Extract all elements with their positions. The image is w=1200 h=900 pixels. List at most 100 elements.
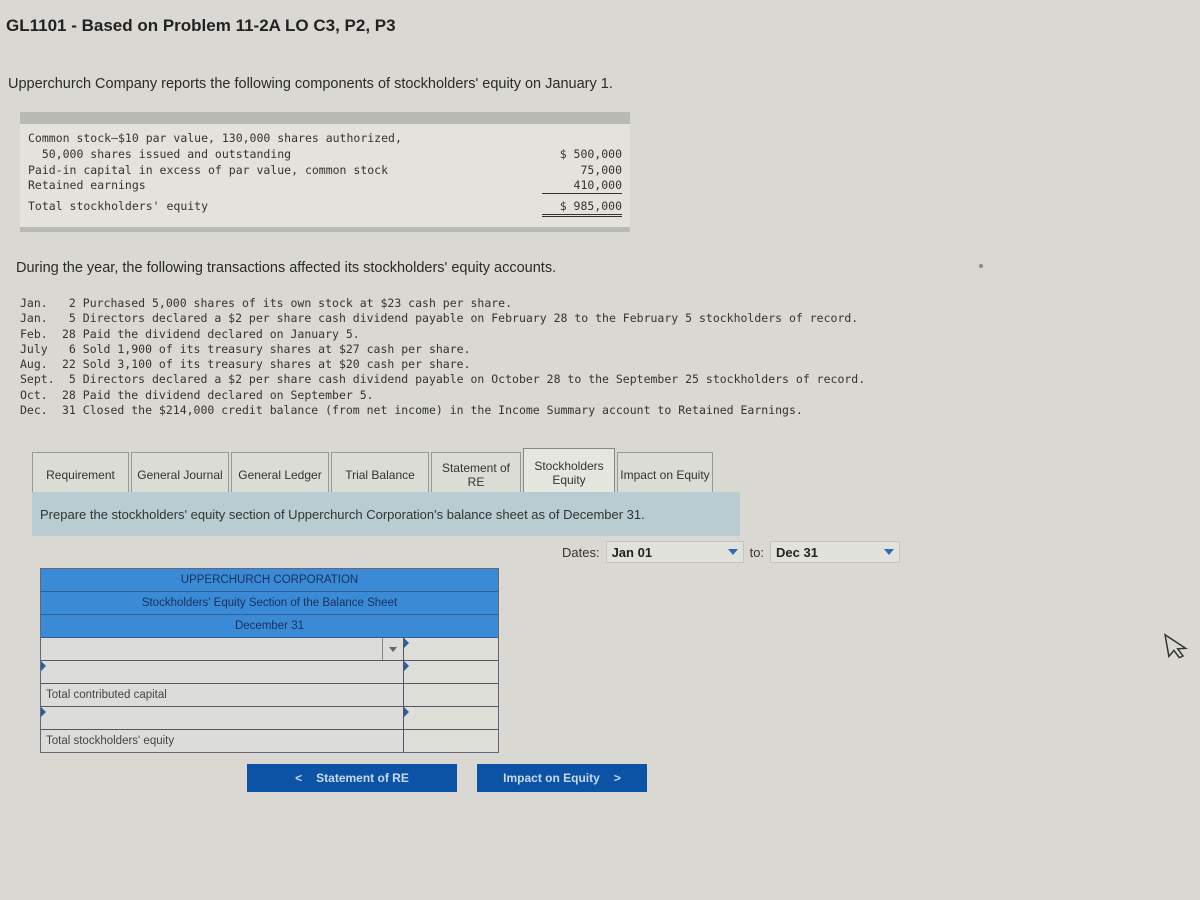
date-to-value: Dec 31 bbox=[776, 544, 818, 560]
input-flag-icon bbox=[404, 707, 409, 717]
transaction-item: Jan. 2 Purchased 5,000 shares of its own… bbox=[20, 296, 865, 311]
dropdown-button[interactable] bbox=[382, 638, 403, 660]
amount-input[interactable] bbox=[404, 661, 498, 683]
prev-statement-of-re-button[interactable]: < Statement of RE bbox=[247, 764, 457, 792]
worksheet-subtitle: Stockholders' Equity Section of the Bala… bbox=[41, 592, 498, 615]
worksheet-row: Total stockholders' equity bbox=[41, 730, 498, 752]
account-select[interactable] bbox=[41, 638, 404, 660]
equity-label: 50,000 shares issued and outstanding bbox=[28, 147, 292, 161]
transaction-text: 5 Directors declared a $2 per share cash… bbox=[62, 311, 859, 326]
table-band bbox=[20, 112, 630, 124]
prev-button-label: Statement of RE bbox=[316, 771, 409, 785]
equity-total-amount: $ 985,000 bbox=[542, 198, 622, 217]
transaction-text: 6 Sold 1,900 of its treasury shares at $… bbox=[62, 341, 471, 356]
input-flag-icon bbox=[404, 638, 409, 648]
total-stockholders-equity-input[interactable] bbox=[404, 730, 498, 752]
amount-cell bbox=[404, 684, 498, 706]
equity-total-label: Total stockholders' equity bbox=[28, 199, 209, 213]
amount-cell bbox=[404, 707, 498, 729]
tab-bar: Requirement General Journal General Ledg… bbox=[32, 448, 715, 496]
transaction-month: Aug. bbox=[20, 357, 48, 372]
transaction-item: Feb. 28 Paid the dividend declared on Jan… bbox=[20, 327, 865, 342]
tab-statement-of-re[interactable]: Statement of RE bbox=[431, 452, 521, 496]
worksheet-row: Total contributed capital bbox=[41, 684, 498, 707]
equity-amount: 75,000 bbox=[580, 163, 622, 177]
chevron-down-icon bbox=[727, 549, 738, 555]
instruction-bar: Prepare the stockholders' equity section… bbox=[32, 492, 740, 536]
input-flag-icon bbox=[41, 661, 46, 671]
chevron-down-icon bbox=[389, 646, 397, 652]
worksheet-date: December 31 bbox=[41, 615, 498, 638]
transaction-text: 2 Purchased 5,000 shares of its own stoc… bbox=[62, 296, 513, 310]
dates-label: Dates: bbox=[562, 544, 600, 560]
account-cell bbox=[41, 707, 404, 729]
amount-cell bbox=[404, 730, 498, 752]
screen-speck bbox=[979, 264, 983, 268]
opening-equity-table: Common stock—$10 par value, 130,000 shar… bbox=[20, 112, 630, 232]
transaction-text: 5 Directors declared a $2 per share cash… bbox=[62, 372, 866, 387]
transaction-item: Aug. 22 Sold 3,100 of its treasury shares… bbox=[20, 357, 865, 372]
amount-cell bbox=[404, 661, 498, 683]
transaction-month: Dec. bbox=[20, 403, 48, 418]
transaction-list: Jan. 2 Purchased 5,000 shares of its own… bbox=[20, 296, 865, 418]
equity-row: Retained earnings 410,000 bbox=[28, 177, 622, 194]
tab-general-ledger[interactable]: General Ledger bbox=[231, 452, 329, 496]
transaction-month: July bbox=[20, 341, 48, 356]
tab-stockholders-equity[interactable]: Stockholders Equity bbox=[523, 448, 615, 496]
transaction-month: Sept. bbox=[20, 372, 55, 387]
transaction-text: 28 Paid the dividend declared on Septemb… bbox=[62, 387, 374, 402]
table-band bbox=[20, 227, 630, 232]
worksheet-company: UPPERCHURCH CORPORATION bbox=[41, 569, 498, 592]
equity-section-worksheet: UPPERCHURCH CORPORATION Stockholders' Eq… bbox=[40, 568, 499, 753]
chevron-left-icon: < bbox=[295, 771, 303, 785]
equity-label: Retained earnings bbox=[28, 178, 146, 192]
transaction-month: Oct. bbox=[20, 387, 48, 402]
transaction-month: Jan. bbox=[20, 311, 48, 326]
next-impact-on-equity-button[interactable]: Impact on Equity > bbox=[477, 764, 647, 792]
date-from-select[interactable]: Jan 01 bbox=[605, 541, 744, 563]
tab-requirement[interactable]: Requirement bbox=[32, 452, 129, 496]
transaction-item: Dec. 31 Closed the $214,000 credit balanc… bbox=[20, 403, 865, 418]
equity-label: Common stock—$10 par value, 130,000 shar… bbox=[28, 131, 402, 145]
amount-cell bbox=[404, 638, 498, 660]
mouse-cursor-icon bbox=[1164, 633, 1188, 659]
input-flag-icon bbox=[41, 707, 46, 717]
total-stockholders-equity-label: Total stockholders' equity bbox=[41, 730, 404, 752]
tab-trial-balance[interactable]: Trial Balance bbox=[331, 452, 429, 496]
input-flag-icon bbox=[404, 661, 409, 671]
amount-input[interactable] bbox=[404, 638, 498, 660]
total-contributed-capital-label: Total contributed capital bbox=[41, 684, 404, 706]
transaction-text: 31 Closed the $214,000 credit balance (f… bbox=[62, 403, 803, 418]
worksheet-row bbox=[41, 707, 498, 730]
amount-input[interactable] bbox=[404, 707, 498, 729]
next-button-label: Impact on Equity bbox=[503, 771, 600, 785]
total-contributed-capital-input[interactable] bbox=[404, 684, 498, 706]
equity-row: Common stock—$10 par value, 130,000 shar… bbox=[28, 130, 622, 146]
transaction-item: Oct. 28 Paid the dividend declared on Sep… bbox=[20, 388, 865, 403]
account-input[interactable] bbox=[46, 707, 403, 729]
intro-text: Upperchurch Company reports the followin… bbox=[8, 76, 613, 92]
equity-total-row: Total stockholders' equity $ 985,000 bbox=[28, 198, 622, 217]
chevron-right-icon: > bbox=[613, 771, 621, 785]
transaction-text: 28 Paid the dividend declared on January… bbox=[62, 326, 360, 341]
problem-title: GL1101 - Based on Problem 11-2A LO C3, P… bbox=[6, 16, 396, 35]
date-range: Dates: Jan 01 to: Dec 31 bbox=[562, 541, 901, 563]
worksheet-row bbox=[41, 661, 498, 684]
tab-impact-on-equity[interactable]: Impact on Equity bbox=[617, 452, 713, 496]
equity-amount: 410,000 bbox=[542, 177, 622, 194]
transaction-month: Feb. bbox=[20, 326, 48, 341]
equity-row: Paid-in capital in excess of par value, … bbox=[28, 162, 622, 178]
transaction-item: Sept. 5 Directors declared a $2 per shar… bbox=[20, 372, 865, 387]
equity-amount: $ 500,000 bbox=[559, 147, 622, 161]
dates-to-label: to: bbox=[749, 544, 765, 560]
transaction-text: 22 Sold 3,100 of its treasury shares at … bbox=[62, 357, 471, 372]
tab-general-journal[interactable]: General Journal bbox=[131, 452, 229, 496]
chevron-down-icon bbox=[884, 549, 895, 555]
transaction-month: Jan. bbox=[20, 296, 48, 310]
worksheet-row bbox=[41, 638, 498, 661]
date-to-select[interactable]: Dec 31 bbox=[770, 541, 901, 563]
transactions-intro: During the year, the following transacti… bbox=[16, 260, 557, 276]
date-from-value: Jan 01 bbox=[611, 544, 653, 560]
account-input[interactable] bbox=[46, 661, 403, 683]
transaction-item: Jan. 5 Directors declared a $2 per share… bbox=[20, 311, 865, 326]
